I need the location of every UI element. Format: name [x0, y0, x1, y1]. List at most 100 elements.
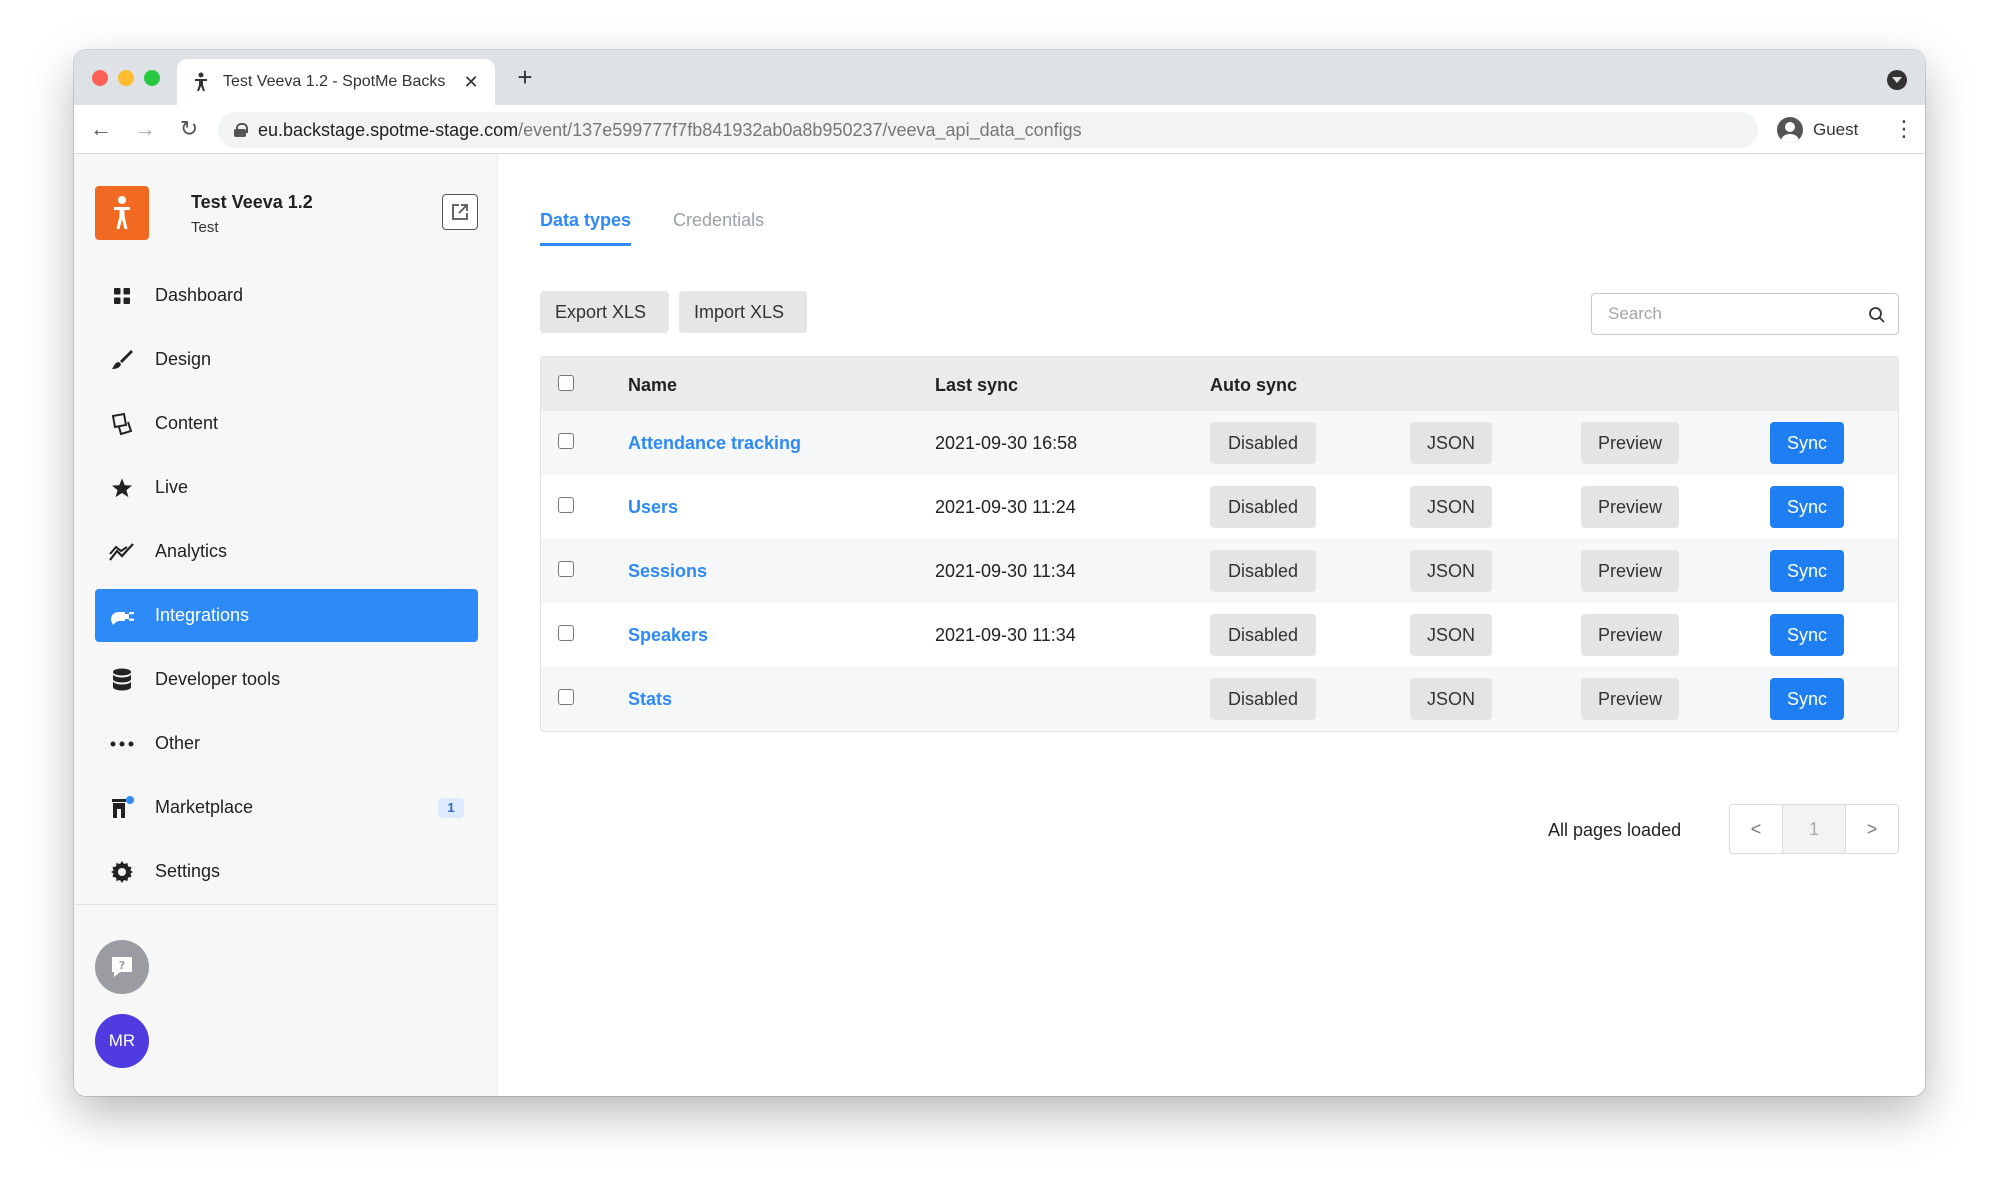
open-external-button[interactable] — [442, 194, 478, 230]
last-sync-column-header[interactable]: Last sync — [935, 375, 1018, 396]
reload-button[interactable]: ↻ — [176, 116, 202, 142]
auto-sync-button[interactable]: Disabled — [1210, 486, 1316, 528]
sidebar-item-label: Settings — [155, 861, 221, 881]
browser-tab[interactable]: Test Veeva 1.2 - SpotMe Backs ✕ — [177, 59, 495, 105]
address-bar[interactable]: eu.backstage.spotme-stage.com/event/137e… — [218, 112, 1758, 148]
forward-button[interactable]: → — [132, 116, 158, 142]
sync-button[interactable]: Sync — [1770, 422, 1844, 464]
prev-page-button[interactable]: < — [1730, 805, 1782, 853]
event-logo[interactable] — [95, 186, 149, 240]
data-type-link[interactable]: Users — [628, 497, 678, 518]
star-icon — [109, 475, 135, 501]
minimize-window-button[interactable] — [118, 70, 134, 86]
sidebar-item-label: Dashboard — [155, 285, 244, 305]
auto-sync-button[interactable]: Disabled — [1210, 614, 1316, 656]
sidebar-item-label: Other — [155, 733, 201, 753]
close-window-button[interactable] — [92, 70, 108, 86]
preview-button[interactable]: Preview — [1581, 678, 1679, 720]
preview-button[interactable]: Preview — [1581, 550, 1679, 592]
profile-button[interactable]: Guest — [1771, 112, 1875, 148]
row-checkbox[interactable] — [558, 561, 574, 577]
marketplace-badge: 1 — [438, 798, 464, 818]
url-path: /event/137e599777f7fb841932ab0a8b950237/… — [518, 119, 1082, 140]
help-chat-icon: ? — [112, 957, 132, 977]
sidebar-item-label: Integrations — [155, 605, 250, 625]
tab-data-types[interactable]: Data types — [540, 210, 632, 246]
export-xls-button[interactable]: Export XLS — [540, 291, 669, 333]
search-field[interactable] — [1591, 293, 1899, 335]
sidebar-item-marketplace[interactable]: Marketplace 1 — [95, 781, 478, 834]
browser-menu-icon[interactable]: ⋮ — [1893, 116, 1915, 142]
user-avatar[interactable]: MR — [95, 1014, 149, 1068]
sidebar-item-design[interactable]: Design — [95, 333, 478, 386]
preview-button[interactable]: Preview — [1581, 614, 1679, 656]
sync-button[interactable]: Sync — [1770, 550, 1844, 592]
sync-button[interactable]: Sync — [1770, 486, 1844, 528]
help-button[interactable]: ? — [95, 940, 149, 994]
tab-search-icon[interactable] — [1887, 70, 1907, 90]
event-title: Test Veeva 1.2 — [191, 192, 313, 212]
url-text[interactable]: eu.backstage.spotme-stage.com/event/137e… — [258, 120, 1082, 141]
last-sync-cell: 2021-09-30 11:24 — [935, 497, 1076, 517]
sidebar-item-label: Analytics — [155, 541, 228, 561]
row-checkbox[interactable] — [558, 433, 574, 449]
more-icon — [109, 731, 135, 757]
lock-icon[interactable] — [234, 123, 248, 137]
row-checkbox[interactable] — [558, 497, 574, 513]
url-host: eu.backstage.spotme-stage.com — [258, 119, 519, 140]
import-xls-button[interactable]: Import XLS — [679, 291, 807, 333]
json-button[interactable]: JSON — [1410, 486, 1492, 528]
select-all-checkbox[interactable] — [558, 375, 574, 391]
sidebar-item-other[interactable]: Other — [95, 717, 478, 770]
event-header: Test Veeva 1.2 Test — [95, 186, 478, 242]
database-icon — [109, 667, 135, 693]
json-button[interactable]: JSON — [1410, 678, 1492, 720]
sidebar-item-content[interactable]: Content — [95, 397, 478, 450]
row-checkbox[interactable] — [558, 625, 574, 641]
auto-sync-button[interactable]: Disabled — [1210, 550, 1316, 592]
sidebar-divider — [74, 904, 497, 905]
sidebar-item-integrations[interactable]: Integrations — [95, 589, 478, 642]
sync-button[interactable]: Sync — [1770, 678, 1844, 720]
next-page-button[interactable]: > — [1846, 805, 1898, 853]
sidebar-item-label: Developer tools — [155, 669, 281, 689]
plug-icon — [109, 603, 135, 629]
store-icon — [109, 795, 135, 821]
page-number[interactable]: 1 — [1782, 805, 1846, 853]
sidebar-item-settings[interactable]: Settings — [95, 845, 478, 898]
app-body: Test Veeva 1.2 Test Dashboard Design Con — [74, 154, 1925, 1096]
back-button[interactable]: ← — [88, 116, 114, 142]
preview-button[interactable]: Preview — [1581, 486, 1679, 528]
auto-sync-column-header[interactable]: Auto sync — [1210, 375, 1297, 396]
preview-button[interactable]: Preview — [1581, 422, 1679, 464]
row-checkbox[interactable] — [558, 689, 574, 705]
data-type-link[interactable]: Speakers — [628, 625, 708, 646]
json-button[interactable]: JSON — [1410, 550, 1492, 592]
search-icon[interactable] — [1868, 306, 1886, 324]
json-button[interactable]: JSON — [1410, 614, 1492, 656]
auto-sync-button[interactable]: Disabled — [1210, 678, 1316, 720]
search-input[interactable] — [1592, 294, 1862, 334]
close-tab-icon[interactable]: ✕ — [461, 72, 481, 92]
name-column-header[interactable]: Name — [628, 375, 677, 396]
sidebar-item-label: Content — [155, 413, 219, 433]
data-type-link[interactable]: Attendance tracking — [628, 433, 801, 454]
grid-icon — [109, 283, 135, 309]
sidebar-item-dashboard[interactable]: Dashboard — [95, 269, 478, 322]
auto-sync-button[interactable]: Disabled — [1210, 422, 1316, 464]
json-button[interactable]: JSON — [1410, 422, 1492, 464]
zoom-window-button[interactable] — [144, 70, 160, 86]
table-body: Attendance tracking 2021-09-30 16:58 Dis… — [541, 411, 1898, 731]
new-tab-button[interactable]: + — [510, 62, 540, 92]
data-type-link[interactable]: Sessions — [628, 561, 707, 582]
pager-status: All pages loaded — [1548, 820, 1682, 840]
content-tabs: Data types Credentials — [540, 210, 806, 246]
tab-credentials[interactable]: Credentials — [673, 210, 764, 246]
sidebar: Test Veeva 1.2 Test Dashboard Design Con — [74, 154, 498, 1096]
sidebar-item-live[interactable]: Live — [95, 461, 478, 514]
sync-button[interactable]: Sync — [1770, 614, 1844, 656]
sidebar-item-developer-tools[interactable]: Developer tools — [95, 653, 478, 706]
data-type-link[interactable]: Stats — [628, 689, 672, 710]
spotme-favicon-icon — [191, 72, 211, 92]
sidebar-item-analytics[interactable]: Analytics — [95, 525, 478, 578]
